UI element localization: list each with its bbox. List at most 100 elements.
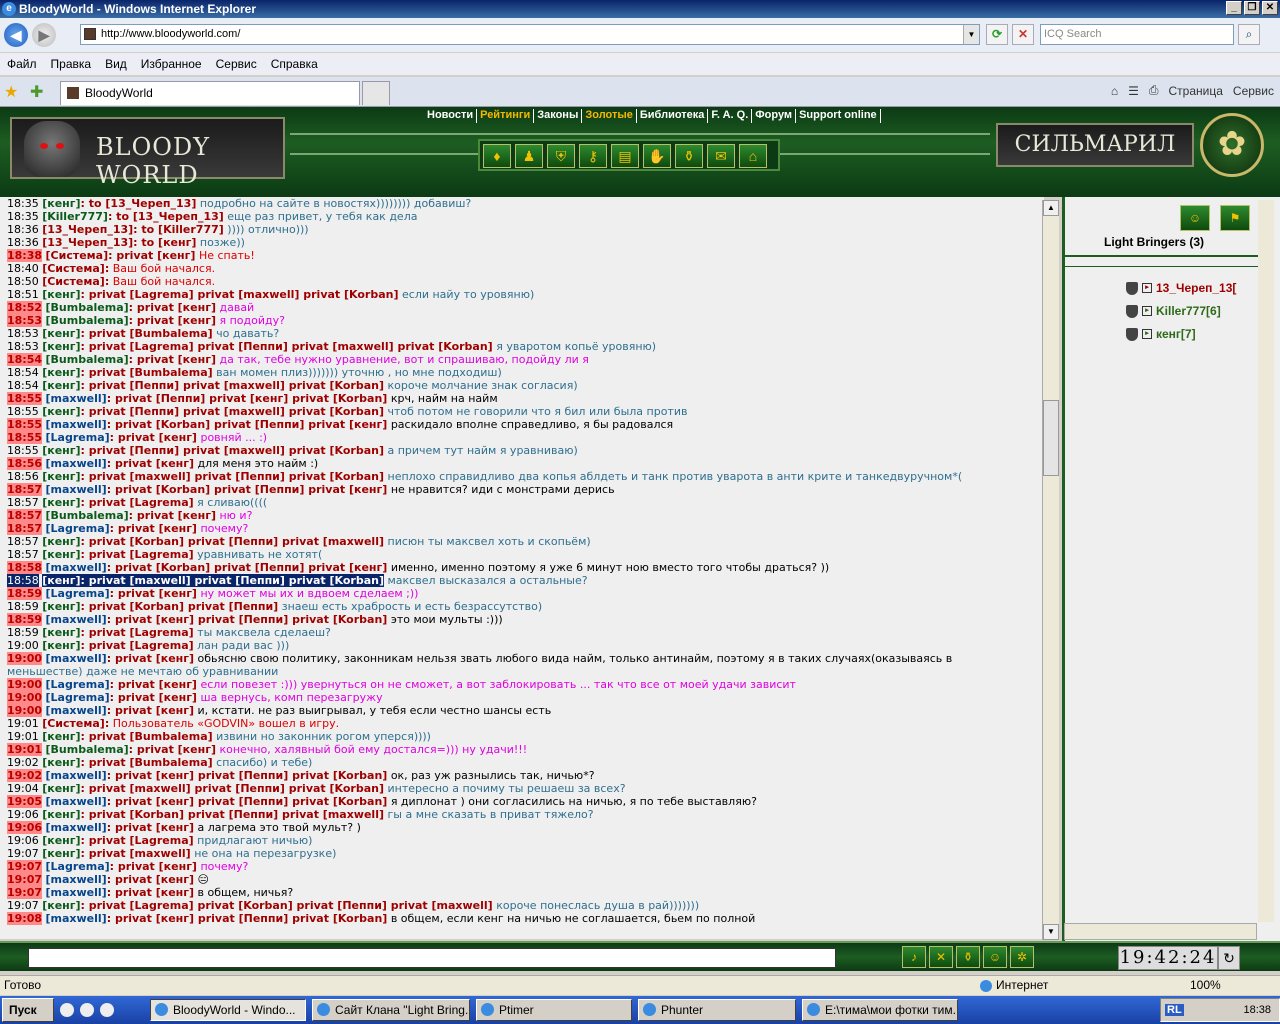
chat-recipients[interactable]: : privat [кенг]	[129, 509, 216, 522]
minimize-button[interactable]: _	[1226, 1, 1242, 15]
hand-icon[interactable]: ✋	[643, 144, 671, 168]
page-menu[interactable]: Страница	[1169, 84, 1223, 98]
chat-nick[interactable]: [кенг]	[42, 444, 80, 457]
chat-nick[interactable]: [кенг]	[42, 626, 80, 639]
chat-nick[interactable]: [maxwell]	[46, 886, 107, 899]
chat-nick[interactable]: [maxwell]	[46, 769, 107, 782]
chat-recipients[interactable]: : privat [Пеппи] privat [maxwell] privat…	[81, 379, 384, 392]
quicklaunch-icon[interactable]	[100, 1003, 114, 1017]
member-name[interactable]: 13_Череп_13[	[1156, 281, 1236, 295]
settings-icon[interactable]: ✲	[1010, 946, 1034, 968]
chat-nick[interactable]: [Bumbalema]	[46, 301, 129, 314]
feeds-icon[interactable]: ☰	[1128, 84, 1139, 98]
menu-help[interactable]: Справка	[264, 57, 325, 71]
chat-recipients[interactable]: : privat [кенг]	[129, 301, 216, 314]
chat-recipients[interactable]: : privat [кенг]	[129, 353, 216, 366]
chat-recipients[interactable]: : privat [кенг] privat [Пеппи] privat [K…	[107, 769, 388, 782]
chat-recipients[interactable]: : privat [Korban] privat [Пеппи] privat …	[81, 535, 384, 548]
info-icon[interactable]: ▸	[1142, 283, 1152, 293]
chat-nick[interactable]: [кенг]	[42, 847, 80, 860]
chat-nick[interactable]: [maxwell]	[46, 457, 107, 470]
chat-nick[interactable]: [кенг]	[42, 535, 80, 548]
mail-icon[interactable]: ✉	[707, 144, 735, 168]
chat-nick[interactable]: [Lagrema]	[46, 431, 110, 444]
chat-recipients[interactable]: : to [13_Череп_13]	[108, 210, 224, 223]
chat-nick[interactable]: [кенг]	[42, 639, 80, 652]
chat-recipients[interactable]: : privat [Korban] privat [Пеппи]	[81, 600, 279, 613]
chat-nick[interactable]: [кенг]	[42, 379, 80, 392]
nav-laws[interactable]: Законы	[534, 109, 583, 123]
chat-recipients[interactable]: : privat [Korban] privat [Пеппи] privat …	[107, 483, 388, 496]
shield-icon[interactable]: ⛨	[547, 144, 575, 168]
nav-gold[interactable]: Золотые	[582, 109, 637, 123]
chat-recipients[interactable]: : privat [кенг]	[110, 860, 197, 873]
flag-icon[interactable]: ⚑	[1220, 205, 1250, 231]
chat-nick[interactable]: [кенг]	[42, 756, 80, 769]
chat-recipients[interactable]: : privat [Lagrema] privat [maxwell] priv…	[81, 288, 399, 301]
chat-recipients[interactable]: :	[105, 275, 109, 288]
chat-nick[interactable]: [maxwell]	[46, 483, 107, 496]
task-clan-site[interactable]: Сайт Клана "Light Bring...	[312, 999, 470, 1021]
chat-nick[interactable]: [кенг]	[42, 600, 80, 613]
chat-scrollbar[interactable]: ▲ ▼	[1042, 200, 1059, 940]
print-icon[interactable]: ⎙	[1149, 83, 1159, 98]
chat-nick[interactable]: [Система]	[42, 717, 105, 730]
language-indicator[interactable]: RL	[1165, 1004, 1184, 1016]
bag-icon[interactable]: ♦	[483, 144, 511, 168]
info-icon[interactable]: ▸	[1142, 329, 1152, 339]
chat-nick[interactable]: [Система]	[42, 262, 105, 275]
chat-nick[interactable]: [кенг]	[42, 808, 80, 821]
chat-recipients[interactable]: : privat [кенг]	[107, 704, 194, 717]
chat-recipients[interactable]: : to [Killer777]	[133, 223, 224, 236]
chat-recipients[interactable]: : privat [кенг]	[129, 314, 216, 327]
chat-recipients[interactable]: : privat [Lagrema] privat [Korban] priva…	[81, 899, 493, 912]
forward-button[interactable]: ▶	[32, 23, 56, 47]
message-input[interactable]	[28, 948, 836, 968]
menu-favorites[interactable]: Избранное	[134, 57, 209, 71]
chat-recipients[interactable]: : privat [кенг]	[107, 886, 194, 899]
nav-library[interactable]: Библиотека	[637, 109, 709, 123]
chat-recipients[interactable]: : privat [Korban] privat [Пеппи] privat …	[81, 808, 384, 821]
key-icon[interactable]: ⚷	[579, 144, 607, 168]
chat-nick[interactable]: [Bumbalema]	[46, 353, 129, 366]
chat-recipients[interactable]: : privat [maxwell] privat [Пеппи] privat…	[81, 782, 384, 795]
chat-recipients[interactable]: : privat [maxwell] privat [Пеппи] privat…	[81, 470, 384, 483]
chat-nick[interactable]: [maxwell]	[46, 613, 107, 626]
nav-forum[interactable]: Форум	[752, 109, 797, 123]
member-item[interactable]: ▸ Killer777[6]	[1126, 304, 1221, 318]
chat-nick[interactable]: [Система]	[42, 275, 105, 288]
tab-bloodyworld[interactable]: BloodyWorld	[60, 81, 360, 105]
menu-edit[interactable]: Правка	[44, 57, 99, 71]
member-item[interactable]: ▸ кенг[7]	[1126, 327, 1196, 341]
chat-nick[interactable]: [кенг]	[42, 405, 80, 418]
task-folder[interactable]: E:\тима\мои фотки тим...	[802, 999, 958, 1021]
chat-nick[interactable]: [кенг]	[42, 470, 80, 483]
silmaril-logo[interactable]: СИЛЬМАРИЛ	[996, 123, 1194, 167]
chat-recipients[interactable]: : privat [кенг]	[110, 678, 197, 691]
chat-recipients[interactable]: : privat [Lagrema]	[81, 834, 194, 847]
chat-recipients[interactable]: : to [кенг]	[133, 236, 196, 249]
chat-recipients[interactable]: : privat [Lagrema]	[81, 496, 194, 509]
search-button[interactable]: ⌕	[1238, 24, 1260, 45]
quicklaunch-icon[interactable]	[60, 1003, 74, 1017]
task-ptimer[interactable]: Ptimer	[476, 999, 632, 1021]
zoom-level[interactable]: 100%	[1190, 976, 1221, 995]
chat-nick[interactable]: [Lagrema]	[46, 522, 110, 535]
chat-nick[interactable]: [кенг]	[42, 834, 80, 847]
chat-nick[interactable]: [Lagrema]	[46, 587, 110, 600]
nav-news[interactable]: Новости	[424, 109, 478, 123]
chat-nick[interactable]: [Lagrema]	[46, 678, 110, 691]
nav-faq[interactable]: F. A. Q.	[708, 109, 753, 123]
chat-recipients[interactable]: : privat [кенг]	[110, 522, 197, 535]
chat-recipients[interactable]: : privat [кенг]	[107, 873, 194, 886]
chat-nick[interactable]: [Bumbalema]	[46, 314, 129, 327]
chat-nick[interactable]: [кенг]	[42, 496, 80, 509]
tools-menu[interactable]: Сервис	[1233, 84, 1274, 98]
panel-hscrollbar[interactable]	[1064, 923, 1257, 940]
menu-file[interactable]: Файл	[0, 57, 44, 71]
chat-recipients[interactable]: : privat [кенг]	[108, 249, 195, 262]
chat-recipients[interactable]: : privat [Korban] privat [Пеппи] privat …	[107, 418, 388, 431]
favorites-star-icon[interactable]: ★	[4, 82, 18, 102]
chat-nick[interactable]: [Lagrema]	[46, 691, 110, 704]
task-bloodyworld[interactable]: BloodyWorld - Windo...	[150, 999, 306, 1021]
